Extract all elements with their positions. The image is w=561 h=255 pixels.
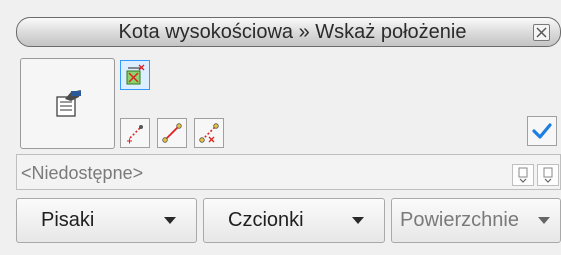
chevron-down-icon	[538, 217, 550, 224]
fonts-dropdown-button[interactable]: Czcionki	[203, 198, 385, 243]
page-down-icon	[543, 167, 553, 183]
properties-icon	[55, 89, 81, 117]
segment-button[interactable]	[157, 118, 187, 148]
fonts-label: Czcionki	[228, 209, 304, 231]
surfaces-dropdown-button[interactable]: Powierzchnie	[391, 198, 561, 243]
confirm-button[interactable]	[527, 116, 557, 146]
chevron-down-icon	[352, 217, 364, 224]
remove-point-button[interactable]	[194, 118, 224, 148]
pens-label: Pisaki	[41, 209, 95, 231]
close-button[interactable]	[533, 24, 550, 41]
properties-button[interactable]	[20, 58, 115, 149]
surfaces-label: Powierzchnie	[400, 209, 519, 231]
layer-dropdown[interactable]: <Niedostępne>	[16, 154, 561, 190]
up-button[interactable]	[512, 164, 534, 186]
dialog-title-bar: Kota wysokościowa » Wskaż położenie	[16, 17, 561, 47]
pens-dropdown-button[interactable]: Pisaki	[16, 198, 197, 243]
delete-mark-button[interactable]	[120, 60, 150, 90]
down-button[interactable]	[537, 164, 559, 186]
add-point-button[interactable]	[120, 118, 150, 148]
page-up-icon	[518, 167, 528, 183]
checkmark-icon	[532, 123, 552, 139]
tool-panel	[16, 50, 561, 152]
dialog-title: Kota wysokościowa » Wskaż położenie	[118, 20, 467, 43]
layer-dropdown-value: <Niedostępne>	[21, 163, 144, 183]
chevron-down-icon	[164, 217, 176, 224]
add-point-icon	[127, 125, 143, 144]
delete-mark-icon	[126, 64, 145, 85]
remove-point-icon	[199, 123, 219, 143]
segment-icon	[162, 123, 182, 143]
close-icon	[536, 27, 547, 38]
